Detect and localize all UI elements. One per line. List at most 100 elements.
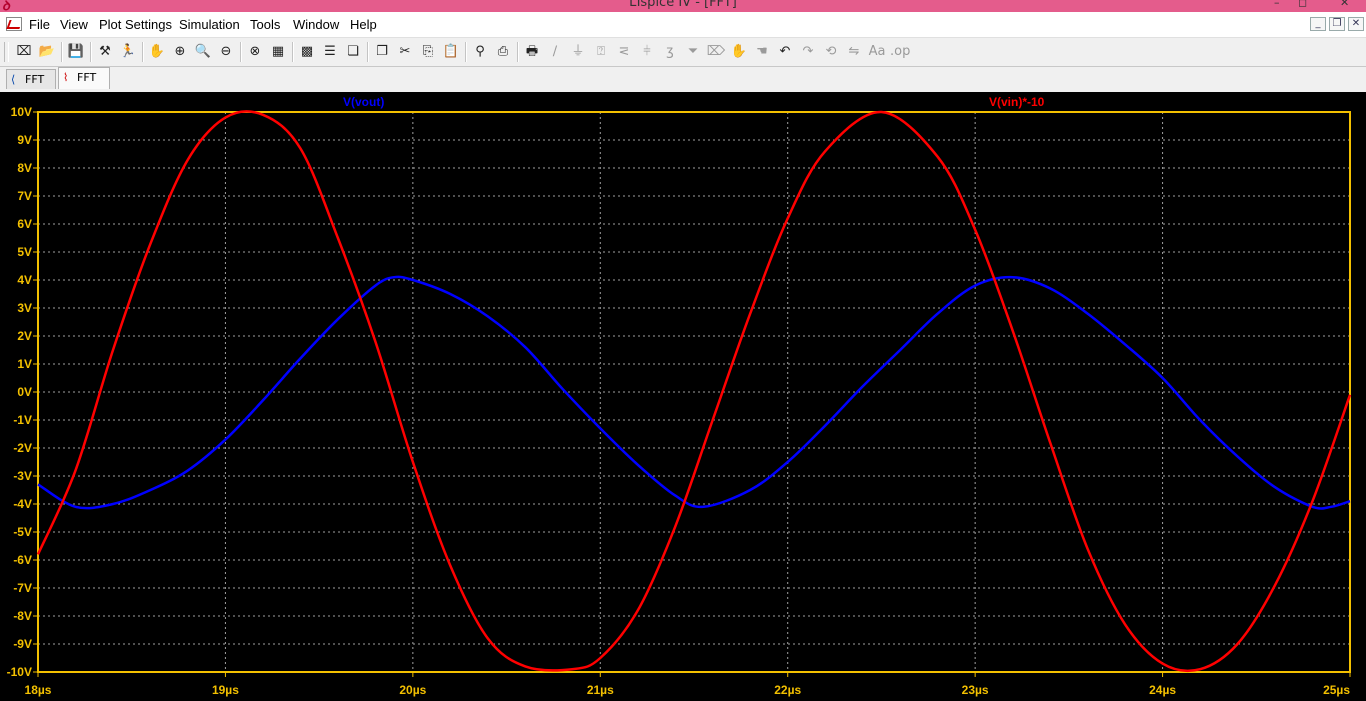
zoom-out-icon[interactable]: ⊖ <box>216 42 236 62</box>
toolbar-grip[interactable] <box>4 42 9 62</box>
grid <box>38 112 1350 672</box>
drag-icon[interactable]: ☚ <box>752 42 772 62</box>
move-icon[interactable]: ✋ <box>729 42 749 62</box>
waveform-plot-pane[interactable]: 10V 9V 8V 7V 6V 5V 4V 3V 2V 1V 0V -1V -2V -3V -4V -5V -6… <box>0 92 1366 701</box>
print-icon[interactable]: 🖶 <box>522 42 542 62</box>
x-tick-label: 23µs <box>962 683 989 697</box>
zoom-fit-icon[interactable]: ⊗ <box>245 42 265 62</box>
view-fft-icon[interactable]: ▩ <box>297 42 317 62</box>
x-tick-label: 21µs <box>587 683 614 697</box>
y-tick-label: -7V <box>13 581 32 595</box>
document-icon[interactable] <box>6 17 22 31</box>
schematic-icon: ⟨ <box>11 73 16 86</box>
waveform-plot[interactable]: 10V 9V 8V 7V 6V 5V 4V 3V 2V 1V 0V -1V -2V -3V -4V -5V -6… <box>0 92 1366 701</box>
y-axis-ticks: 10V 9V 8V 7V 6V 5V 4V 3V 2V 1V 0V -1V -2V -3V -4V -5V -6… <box>7 105 38 679</box>
trace-label-vin[interactable]: V(vin)*-10 <box>989 95 1045 109</box>
tab-label: FFT <box>25 73 45 86</box>
wire-icon[interactable]: ∕ <box>545 42 565 62</box>
tab-fft-schematic[interactable]: ⟨ FFT <box>6 69 56 89</box>
tab-fft-waveform[interactable]: ⌇ FFT <box>58 67 110 89</box>
save-icon[interactable]: 💾 <box>66 42 86 62</box>
mdi-restore-button[interactable]: ❐ <box>1329 17 1345 31</box>
mdi-minimize-button[interactable]: _ <box>1310 17 1326 31</box>
menu-file[interactable]: File <box>29 17 50 32</box>
close-all-icon[interactable]: ❐ <box>372 42 392 62</box>
mdi-close-button[interactable]: ✕ <box>1348 17 1364 31</box>
x-tick-label: 19µs <box>212 683 239 697</box>
mirror-icon[interactable]: ⇋ <box>844 42 864 62</box>
copy-icon[interactable]: ⎘ <box>418 42 438 62</box>
y-tick-label: -2V <box>13 441 32 455</box>
tab-bar: ⟨ FFT ⌇ FFT <box>0 67 1366 90</box>
x-tick-label: 20µs <box>399 683 426 697</box>
diode-icon[interactable]: ⏷ <box>683 42 703 62</box>
maximize-icon[interactable]: ◻ <box>1298 0 1307 9</box>
zoom-pan-icon[interactable]: 🔍 <box>193 42 213 62</box>
x-tick-label: 22µs <box>774 683 801 697</box>
menu-tools[interactable]: Tools <box>250 17 280 32</box>
toolbar-separator <box>90 42 92 62</box>
y-tick-label: -6V <box>13 553 32 567</box>
y-tick-label: 5V <box>17 245 32 259</box>
window-title: LTspice IV - [FFT] <box>629 0 737 10</box>
y-tick-label: -5V <box>13 525 32 539</box>
tile-horizontal-icon[interactable]: ☰ <box>320 42 340 62</box>
x-tick-label: 25µs <box>1323 683 1350 697</box>
cut-icon[interactable]: ✂ <box>395 42 415 62</box>
y-tick-label: 0V <box>17 385 32 399</box>
cascade-icon[interactable]: ❏ <box>343 42 363 62</box>
paste-icon[interactable]: 📋 <box>441 42 461 62</box>
open-icon[interactable]: 📂 <box>37 42 57 62</box>
resistor-icon[interactable]: ⋜ <box>614 42 634 62</box>
toolbar-separator <box>240 42 242 62</box>
menu-bar: File View Plot Settings Simulation Tools… <box>0 12 1366 38</box>
find-icon[interactable]: ⚲ <box>470 42 490 62</box>
y-tick-label: -3V <box>13 469 32 483</box>
menu-help[interactable]: Help <box>350 17 377 32</box>
y-tick-label: 2V <box>17 329 32 343</box>
label-net-icon[interactable]: ⍰ <box>591 42 611 62</box>
y-tick-label: -1V <box>13 413 32 427</box>
autorange-icon[interactable]: ▦ <box>268 42 288 62</box>
print-setup-icon[interactable]: ⎙ <box>493 42 513 62</box>
title-bar: ꝺ LTspice IV - [FFT] – ◻ ✕ <box>0 0 1366 14</box>
trace-vin[interactable] <box>36 110 1352 673</box>
trace-label-vout[interactable]: V(vout) <box>343 95 384 109</box>
halt-icon[interactable]: ✋ <box>147 42 167 62</box>
zoom-in-icon[interactable]: ⊕ <box>170 42 190 62</box>
toolbar-separator <box>517 42 519 62</box>
run-icon[interactable]: 🏃 <box>118 42 138 62</box>
minimize-icon[interactable]: – <box>1274 0 1280 9</box>
menu-window[interactable]: Window <box>293 17 339 32</box>
x-tick-label: 18µs <box>25 683 52 697</box>
control-panel-icon[interactable]: ⚒ <box>95 42 115 62</box>
spice-directive-icon[interactable]: .op <box>890 42 910 62</box>
tab-label: FFT <box>77 71 97 84</box>
undo-icon[interactable]: ↶ <box>775 42 795 62</box>
y-tick-label: 9V <box>17 133 32 147</box>
new-schematic-icon[interactable]: ⌧ <box>14 42 34 62</box>
close-icon[interactable]: ✕ <box>1340 0 1349 9</box>
menu-simulation[interactable]: Simulation <box>179 17 240 32</box>
capacitor-icon[interactable]: ⫩ <box>637 42 657 62</box>
redo-icon[interactable]: ↷ <box>798 42 818 62</box>
rotate-icon[interactable]: ⟲ <box>821 42 841 62</box>
component-icon[interactable]: ⌦ <box>706 42 726 62</box>
y-tick-label: -10V <box>7 665 32 679</box>
menu-plot-settings[interactable]: Plot Settings <box>99 17 172 32</box>
menu-view[interactable]: View <box>60 17 88 32</box>
traces <box>36 110 1352 673</box>
toolbar-separator <box>292 42 294 62</box>
ground-icon[interactable]: ⏚ <box>568 42 588 62</box>
y-tick-label: 6V <box>17 217 32 231</box>
y-tick-label: 3V <box>17 301 32 315</box>
text-icon[interactable]: Aa <box>867 42 887 62</box>
waveform-icon: ⌇ <box>63 71 69 84</box>
y-tick-label: 4V <box>17 273 32 287</box>
inductor-icon[interactable]: ʒ <box>660 42 680 62</box>
y-tick-label: 7V <box>17 189 32 203</box>
x-tick-label: 24µs <box>1149 683 1176 697</box>
toolbar-separator <box>142 42 144 62</box>
toolbar: ⌧ 📂 💾 ⚒ 🏃 ✋ ⊕ 🔍 ⊖ ⊗ ▦ ▩ ☰ ❏ ❐ ✂ ⎘ 📋 ⚲ ⎙ 🖶 ∕ ⏚ ⍰ ⋜ ⫩ ʒ ⏷ ⌦ ✋ ☚ ↶ ↷ ⟲ ⇋ Aa .op <box>0 38 1366 67</box>
y-tick-label: 1V <box>17 357 32 371</box>
